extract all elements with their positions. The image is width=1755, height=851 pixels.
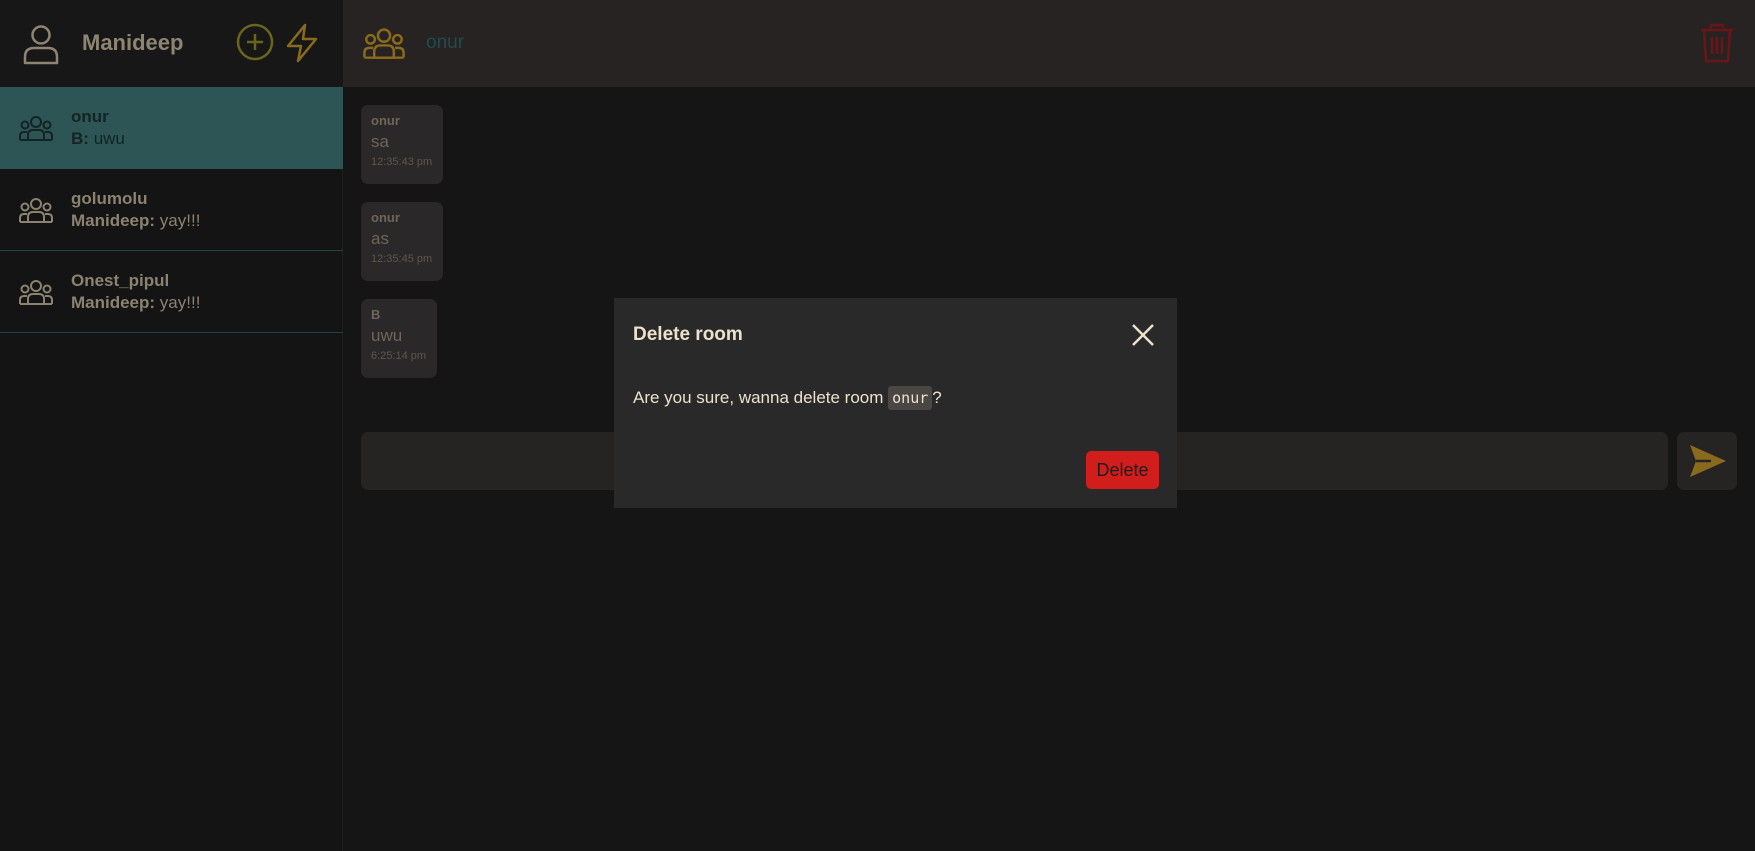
chat-header: onur [343, 0, 1755, 87]
modal-body-suffix: ? [932, 388, 942, 407]
message-sender: onur [371, 210, 400, 225]
user-name: Manideep [82, 30, 184, 55]
room-last-sender: Manideep: [71, 293, 156, 312]
message-bubble: onur as 12:35:45 pm [361, 202, 443, 281]
message-text: uwu [371, 326, 403, 345]
message-sender: onur [371, 113, 400, 128]
message-bubble: onur sa 12:35:43 pm [361, 105, 443, 184]
delete-button[interactable]: Delete [1086, 451, 1159, 489]
room-last-message: Manideep: yay!!! [71, 211, 200, 231]
room-name: onur [71, 107, 109, 126]
modal-body-text: Are you sure, wanna delete room [633, 388, 884, 407]
modal-title: Delete room [633, 324, 743, 345]
room-name: Onest_pipul [71, 271, 170, 290]
user-icon[interactable] [22, 23, 60, 65]
plus-circle-icon[interactable] [235, 22, 275, 62]
room-list: onur B: uwu golumolu Manideep: yay!!! On… [0, 87, 343, 333]
bolt-icon[interactable] [282, 22, 322, 64]
room-item-onur[interactable]: onur B: uwu [0, 87, 343, 169]
group-icon [363, 28, 405, 59]
room-last-message: Manideep: yay!!! [71, 293, 200, 313]
send-button[interactable] [1677, 432, 1737, 490]
room-last-message: B: uwu [71, 129, 125, 149]
group-icon [19, 116, 53, 141]
room-last-sender: B: [71, 129, 89, 148]
sidebar: Manideep onur B: uwu golumolu Manideep: … [0, 0, 343, 851]
room-last-sender: Manideep: [71, 211, 156, 230]
group-icon [19, 280, 53, 305]
close-icon[interactable] [1130, 322, 1156, 348]
trash-icon[interactable] [1699, 22, 1735, 64]
delete-room-modal: Delete room Are you sure, wanna delete r… [614, 298, 1177, 508]
room-last-text: uwu [93, 129, 125, 148]
message-time: 6:25:14 pm [371, 350, 427, 362]
modal-body: Are you sure, wanna delete room onur? [633, 386, 942, 410]
message-text: as [371, 229, 389, 248]
room-last-text: yay!!! [159, 293, 201, 312]
room-last-text: yay!!! [159, 211, 201, 230]
send-icon [1690, 445, 1726, 477]
message-time: 12:35:43 pm [371, 156, 433, 168]
message-sender: B [371, 307, 381, 322]
message-text: sa [371, 132, 389, 151]
room-code: onur [888, 386, 933, 410]
message-time: 12:35:45 pm [371, 253, 433, 265]
sidebar-header: Manideep [0, 0, 343, 87]
chat-room-name: onur [426, 32, 465, 53]
room-name: golumolu [71, 189, 148, 208]
room-item-golumolu[interactable]: golumolu Manideep: yay!!! [0, 169, 343, 251]
room-item-onest-pipul[interactable]: Onest_pipul Manideep: yay!!! [0, 251, 343, 333]
message-bubble: B uwu 6:25:14 pm [361, 299, 437, 378]
group-icon [19, 198, 53, 223]
